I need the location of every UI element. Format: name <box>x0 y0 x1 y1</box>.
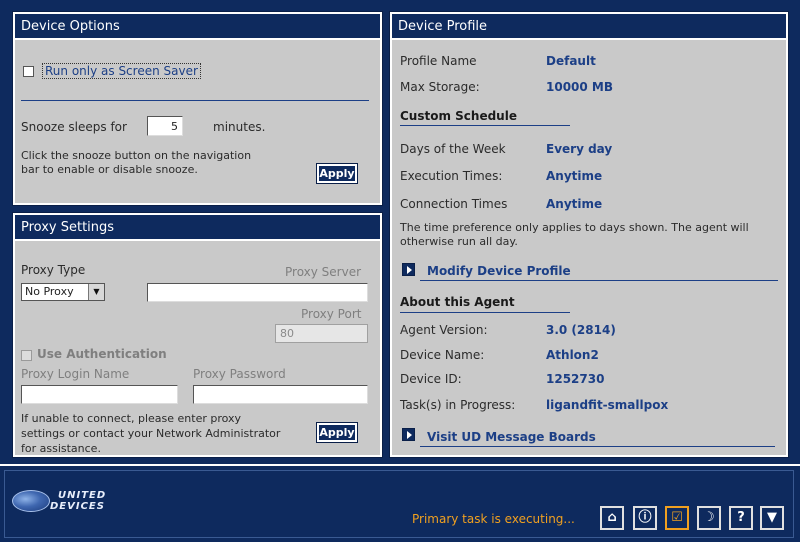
screen-saver-checkbox[interactable] <box>23 66 34 77</box>
profile-name-label: Profile Name <box>400 54 477 68</box>
arrow-right-icon[interactable] <box>402 428 415 441</box>
tasks-label: Task(s) in Progress: <box>400 398 516 412</box>
device-id-value: 1252730 <box>546 372 605 386</box>
use-auth-label: Use Authentication <box>37 347 167 361</box>
chevron-down-icon: ▼ <box>767 510 777 525</box>
schedule-note-line2: otherwise run all day. <box>400 235 518 248</box>
snooze-minutes-input[interactable] <box>147 116 183 136</box>
snooze-label: Snooze sleeps for <box>21 120 127 134</box>
logo-line2: DEVICES <box>50 501 105 512</box>
tasks-value: ligandfit-smallpox <box>546 398 669 412</box>
days-value: Every day <box>546 142 613 156</box>
snooze-help-line1: Click the snooze button on the navigatio… <box>21 149 252 162</box>
proxy-password-label: Proxy Password <box>193 367 286 381</box>
help-icon: ? <box>737 510 745 525</box>
message-boards-rule <box>420 446 775 447</box>
proxy-port-input[interactable] <box>275 324 368 343</box>
info-icon: ⓘ <box>638 510 652 525</box>
proxy-type-label: Proxy Type <box>21 263 86 277</box>
snooze-unit: minutes. <box>213 120 266 134</box>
max-storage-value: 10000 MB <box>546 80 614 94</box>
status-text: Primary task is executing... <box>412 512 575 526</box>
about-agent-title: About this Agent <box>400 295 515 309</box>
connection-times-label: Connection Times <box>400 197 508 211</box>
about-agent-rule <box>400 312 570 313</box>
arrow-right-icon[interactable] <box>402 263 415 276</box>
schedule-note-line1: The time preference only applies to days… <box>400 221 749 234</box>
device-profile-title: Device Profile <box>392 14 786 40</box>
home-icon: ⌂ <box>607 510 617 525</box>
device-options-panel: Device Options Run only as Screen Saver … <box>12 11 383 206</box>
help-button[interactable]: ? <box>729 506 753 530</box>
proxy-server-input[interactable] <box>147 283 368 302</box>
task-button[interactable]: ☑ <box>665 506 689 530</box>
check-icon: ☑ <box>671 510 683 525</box>
connection-times-value: Anytime <box>546 197 603 211</box>
proxy-port-label: Proxy Port <box>301 307 362 321</box>
device-options-apply-button[interactable]: Apply <box>316 163 358 184</box>
chevron-down-icon[interactable]: ▼ <box>88 284 104 300</box>
device-name-value: Athlon2 <box>546 348 599 362</box>
device-name-label: Device Name: <box>400 348 485 362</box>
proxy-type-select[interactable]: No Proxy ▼ <box>21 283 105 301</box>
use-auth-checkbox[interactable] <box>21 350 32 361</box>
home-button[interactable]: ⌂ <box>600 506 624 530</box>
footer-bar: UNITED DEVICES Primary task is executing… <box>0 464 800 542</box>
modify-profile-rule <box>420 280 778 281</box>
custom-schedule-title: Custom Schedule <box>400 109 517 123</box>
proxy-login-label: Proxy Login Name <box>21 367 130 381</box>
snooze-help-line2: bar to enable or disable snooze. <box>21 163 198 176</box>
agent-version-label: Agent Version: <box>400 323 488 337</box>
proxy-settings-title: Proxy Settings <box>15 215 380 241</box>
device-id-label: Device ID: <box>400 372 462 386</box>
minimize-button[interactable]: ▼ <box>760 506 784 530</box>
proxy-help-line3: for assistance. <box>21 442 101 455</box>
proxy-help-line1: If unable to connect, please enter proxy <box>21 412 242 425</box>
proxy-apply-button[interactable]: Apply <box>316 422 358 443</box>
info-button[interactable]: ⓘ <box>633 506 657 530</box>
proxy-help-line2: settings or contact your Network Adminis… <box>21 427 281 440</box>
united-devices-logo <box>12 490 50 512</box>
proxy-password-input[interactable] <box>193 385 368 404</box>
days-label: Days of the Week <box>400 142 506 156</box>
screen-saver-label[interactable]: Run only as Screen Saver <box>42 63 201 79</box>
execution-times-value: Anytime <box>546 169 603 183</box>
proxy-server-label: Proxy Server <box>285 265 362 279</box>
moon-icon: ☽ <box>703 510 715 525</box>
divider <box>21 100 369 101</box>
device-options-title: Device Options <box>15 14 380 40</box>
snooze-button[interactable]: ☽ <box>697 506 721 530</box>
max-storage-label: Max Storage: <box>400 80 480 94</box>
agent-version-value: 3.0 (2814) <box>546 323 616 337</box>
profile-name-value: Default <box>546 54 596 68</box>
proxy-type-value: No Proxy <box>25 285 74 298</box>
custom-schedule-rule <box>400 125 570 126</box>
message-boards-link[interactable]: Visit UD Message Boards <box>427 430 596 444</box>
modify-profile-link[interactable]: Modify Device Profile <box>427 264 571 278</box>
proxy-login-input[interactable] <box>21 385 178 404</box>
logo-line1: UNITED <box>58 490 107 501</box>
device-profile-panel: Device Profile Profile Name Default Max … <box>389 11 789 458</box>
proxy-settings-panel: Proxy Settings Proxy Type No Proxy ▼ Pro… <box>12 212 383 458</box>
execution-times-label: Execution Times: <box>400 169 503 183</box>
